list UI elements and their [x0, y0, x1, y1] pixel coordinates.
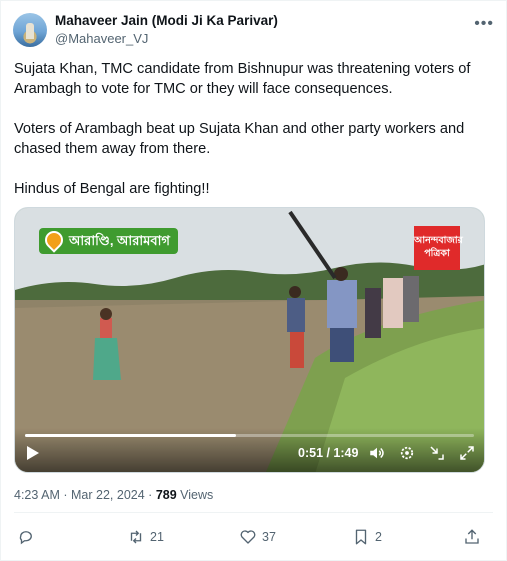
tweet-card: Mahaveer Jain (Modi Ji Ka Parivar) @Maha…	[0, 0, 507, 561]
like-button[interactable]: 37	[239, 525, 276, 549]
video-progress-bar[interactable]	[25, 434, 474, 437]
location-pin-icon	[41, 227, 67, 253]
action-bar: 21 37 2	[14, 525, 493, 549]
share-icon	[465, 529, 479, 544]
reply-icon	[19, 531, 32, 545]
views-count: 789	[155, 488, 177, 502]
repost-count: 21	[150, 530, 164, 544]
bookmark-icon	[355, 529, 367, 545]
share-button[interactable]	[463, 525, 486, 549]
like-count: 37	[262, 530, 276, 544]
tweet-meta: 4:23 AM · Mar 22, 2024 · 789 Views	[14, 488, 213, 502]
tweet-paragraph: Sujata Khan, TMC candidate from Bishnupu…	[14, 61, 471, 97]
tweet-date[interactable]: Mar 22, 2024	[71, 488, 145, 502]
bookmark-button[interactable]: 2	[352, 525, 382, 549]
views-label: Views	[180, 488, 214, 502]
news-channel-logo: আনন্দবাজার পত্রিকা	[414, 226, 463, 270]
video-time: 0:51 / 1:49	[298, 446, 359, 460]
author-names: Mahaveer Jain (Modi Ji Ka Parivar) @Maha…	[55, 12, 278, 48]
tweet-text: Sujata Khan, TMC candidate from Bishnupu…	[14, 59, 494, 219]
tweet-header: Mahaveer Jain (Modi Ji Ka Parivar) @Maha…	[13, 11, 494, 51]
video-controls: 0:51 / 1:49	[15, 428, 484, 472]
play-icon[interactable]	[27, 446, 39, 460]
avatar[interactable]	[13, 13, 47, 47]
location-tag-text: আরাণ্ডি, আরামবাগ	[69, 233, 170, 248]
more-icon[interactable]: •••	[474, 15, 494, 33]
author-handle[interactable]: @Mahaveer_VJ	[55, 30, 278, 48]
settings-icon[interactable]	[398, 444, 416, 462]
pip-icon[interactable]	[428, 444, 446, 462]
bookmark-count: 2	[375, 530, 382, 544]
location-tag: আরাণ্ডি, আরামবাগ	[39, 227, 178, 254]
video-progress-fill	[25, 434, 237, 437]
volume-icon[interactable]	[368, 444, 386, 462]
repost-icon	[130, 530, 142, 544]
heart-icon	[240, 530, 256, 544]
tweet-paragraph: Voters of Arambagh beat up Sujata Khan a…	[14, 121, 465, 157]
reply-button[interactable]	[17, 525, 40, 549]
repost-button[interactable]: 21	[127, 525, 164, 549]
video-player[interactable]: আরাণ্ডি, আরামবাগ আনন্দবাজার পত্রিকা 0:51…	[14, 207, 485, 473]
tweet-time[interactable]: 4:23 AM	[14, 488, 60, 502]
meta-separator: ·	[63, 488, 68, 502]
author-display-name[interactable]: Mahaveer Jain (Modi Ji Ka Parivar)	[55, 12, 278, 30]
fullscreen-icon[interactable]	[458, 444, 476, 462]
tweet-paragraph: Hindus of Bengal are fighting!!	[14, 181, 210, 197]
meta-separator: ·	[148, 488, 153, 502]
divider	[14, 512, 493, 513]
